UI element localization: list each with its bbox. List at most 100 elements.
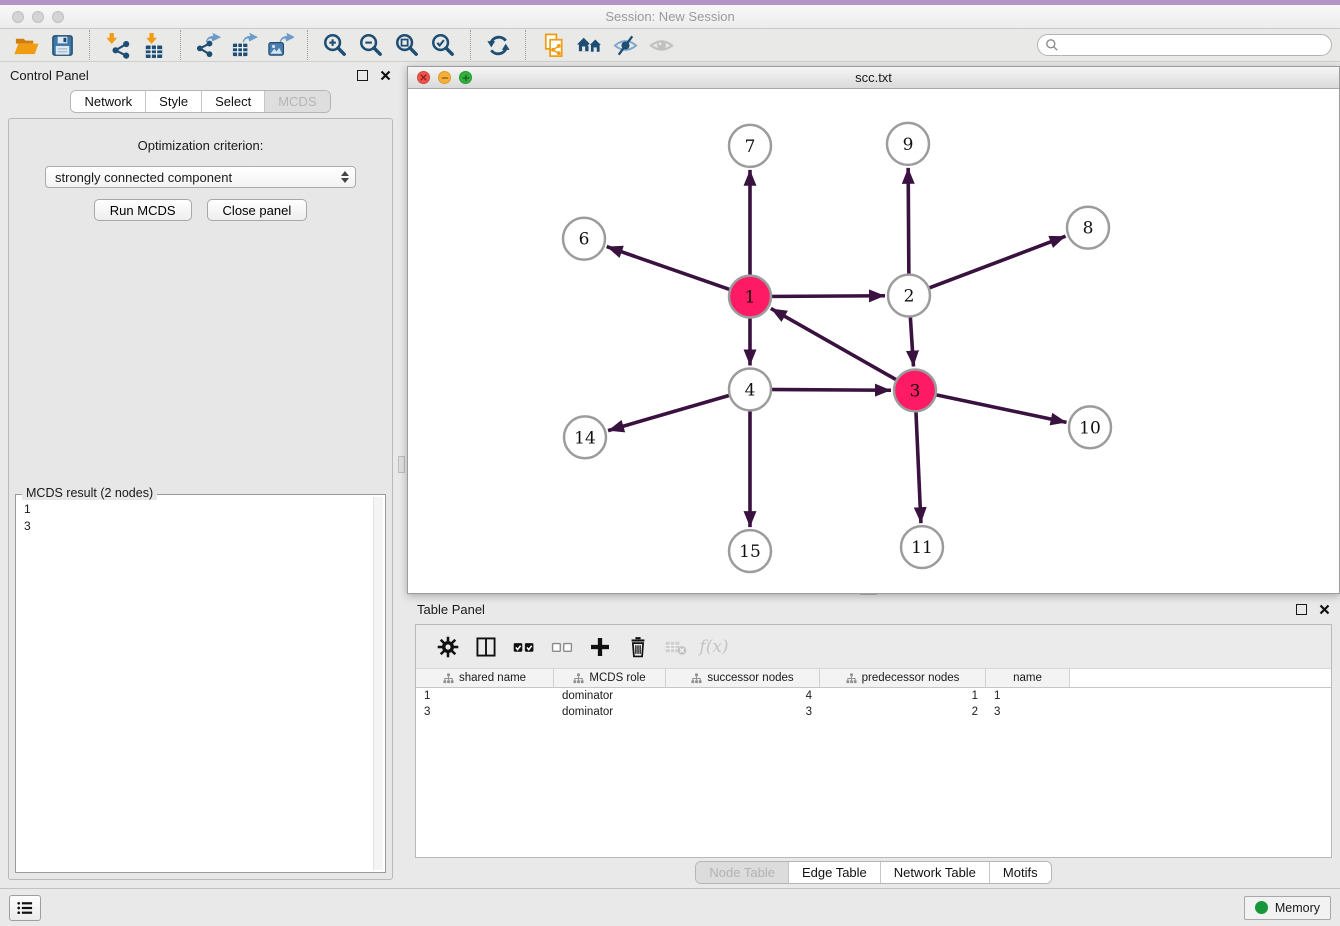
refresh-icon[interactable] [480,30,516,60]
column-type-icon [443,673,454,684]
control-panel-tabs: NetworkStyleSelectMCDS [0,90,401,113]
tab-mcds[interactable]: MCDS [264,91,329,112]
table-row[interactable]: 3dominator323 [416,704,1331,720]
graph-node-15[interactable]: 15 [729,530,771,572]
memory-button[interactable]: Memory [1244,896,1331,920]
hide-panel-eye-icon[interactable] [607,30,643,60]
split-columns-icon[interactable] [467,629,505,665]
table-rows: 1dominator4113dominator323 [416,688,1331,720]
float-panel-icon[interactable] [357,70,368,81]
cell-predecessor-nodes[interactable]: 2 [820,706,986,718]
delete-table-icon [657,629,695,665]
graph-edge-1-6[interactable] [607,247,750,297]
svg-text:14: 14 [574,428,596,448]
open-file-icon[interactable] [8,30,44,60]
network-window-titlebar[interactable]: scc.txt [408,67,1339,89]
zoom-selected-icon[interactable] [425,30,461,60]
tab-network-table[interactable]: Network Table [880,862,989,883]
graph-node-1[interactable]: 1 [729,276,771,318]
zoom-out-icon[interactable] [353,30,389,60]
toolbar-icon-group [8,30,679,60]
cell-name[interactable]: 3 [986,706,1070,718]
table-panel: Table Panel f(x) shared nameMCDS rolesuc… [407,596,1340,888]
result-scrollbar[interactable] [373,497,383,870]
graph-node-10[interactable]: 10 [1069,406,1111,448]
tab-motifs[interactable]: Motifs [989,862,1051,883]
export-network-icon[interactable] [190,30,226,60]
zoom-fit-icon[interactable] [389,30,425,60]
tab-edge-table[interactable]: Edge Table [788,862,880,883]
float-table-panel-icon[interactable] [1296,604,1307,615]
graph-node-14[interactable]: 14 [564,416,606,458]
tab-network[interactable]: Network [71,91,145,112]
control-panel: Control Panel NetworkStyleSelectMCDS Opt… [0,62,401,888]
run-mcds-button[interactable]: Run MCDS [94,199,192,221]
select-all-columns-icon[interactable] [505,629,543,665]
toolbar-separator [470,30,471,60]
window-title: Session: New Session [0,9,1340,24]
column-header-successor-nodes[interactable]: successor nodes [666,669,820,687]
delete-column-icon[interactable] [619,629,657,665]
add-column-icon[interactable] [581,629,619,665]
task-history-button[interactable] [9,895,41,921]
close-panel-icon[interactable] [380,70,391,81]
table-settings-gear-icon[interactable] [429,629,467,665]
column-header-MCDS-role[interactable]: MCDS role [554,669,666,687]
vertical-splitter-handle[interactable] [398,456,405,473]
frame-maximize-icon[interactable] [459,71,472,84]
graph-edge-3-10[interactable] [915,390,1067,422]
graph-node-2[interactable]: 2 [888,275,930,317]
network-canvas[interactable]: 7 9 6 8 1 2 4 3 14 10 15 11 [408,89,1339,593]
graph-node-6[interactable]: 6 [563,218,605,260]
graph-node-11[interactable]: 11 [901,526,943,568]
column-header-shared-name[interactable]: shared name [416,669,554,687]
svg-text:3: 3 [910,381,921,401]
graph-node-3[interactable]: 3 [894,369,936,411]
export-image-icon[interactable] [262,30,298,60]
mcds-result-list[interactable]: 13 [18,499,371,870]
svg-text:9: 9 [903,135,914,155]
column-type-icon [573,673,584,684]
close-panel-button[interactable]: Close panel [207,199,308,221]
show-eye-icon [643,30,679,60]
mcds-result-title: MCDS result (2 nodes) [22,486,157,500]
import-network-icon[interactable] [99,30,135,60]
export-table-icon[interactable] [226,30,262,60]
cell-shared-name[interactable]: 1 [416,690,554,702]
graph-node-8[interactable]: 8 [1067,207,1109,249]
cell-predecessor-nodes[interactable]: 1 [820,690,986,702]
search-input[interactable] [1060,38,1325,52]
duplicate-network-icon[interactable] [535,30,571,60]
graph-node-7[interactable]: 7 [729,125,771,167]
close-table-panel-icon[interactable] [1319,604,1330,615]
svg-text:4: 4 [745,380,756,400]
cell-MCDS-role[interactable]: dominator [554,690,666,702]
table-row[interactable]: 1dominator411 [416,688,1331,704]
frame-close-icon[interactable] [417,71,430,84]
column-header-name[interactable]: name [986,669,1070,687]
deselect-all-columns-icon[interactable] [543,629,581,665]
tab-style[interactable]: Style [145,91,201,112]
optimization-criterion-dropdown[interactable]: strongly connected component [45,166,356,188]
graph-edge-2-8[interactable] [909,236,1066,295]
cell-MCDS-role[interactable]: dominator [554,706,666,718]
zoom-in-icon[interactable] [317,30,353,60]
status-bar: Memory [0,888,1340,926]
search-box[interactable] [1037,34,1332,56]
import-table-icon[interactable] [135,30,171,60]
column-header-predecessor-nodes[interactable]: predecessor nodes [820,669,986,687]
cell-name[interactable]: 1 [986,690,1070,702]
cell-successor-nodes[interactable]: 4 [666,690,820,702]
tab-select[interactable]: Select [201,91,264,112]
graph-node-4[interactable]: 4 [729,368,771,410]
cell-shared-name[interactable]: 3 [416,706,554,718]
graph-node-9[interactable]: 9 [887,123,929,165]
graph-edge-3-1[interactable] [771,308,915,390]
tab-node-table[interactable]: Node Table [696,862,788,883]
table-panel-tabs: Node TableEdge TableNetwork TableMotifs [407,861,1340,884]
frame-minimize-icon[interactable] [438,71,451,84]
table-column-headers: shared nameMCDS rolesuccessor nodesprede… [416,668,1331,688]
cell-successor-nodes[interactable]: 3 [666,706,820,718]
home-layout-icon[interactable] [571,30,607,60]
save-session-icon[interactable] [44,30,80,60]
